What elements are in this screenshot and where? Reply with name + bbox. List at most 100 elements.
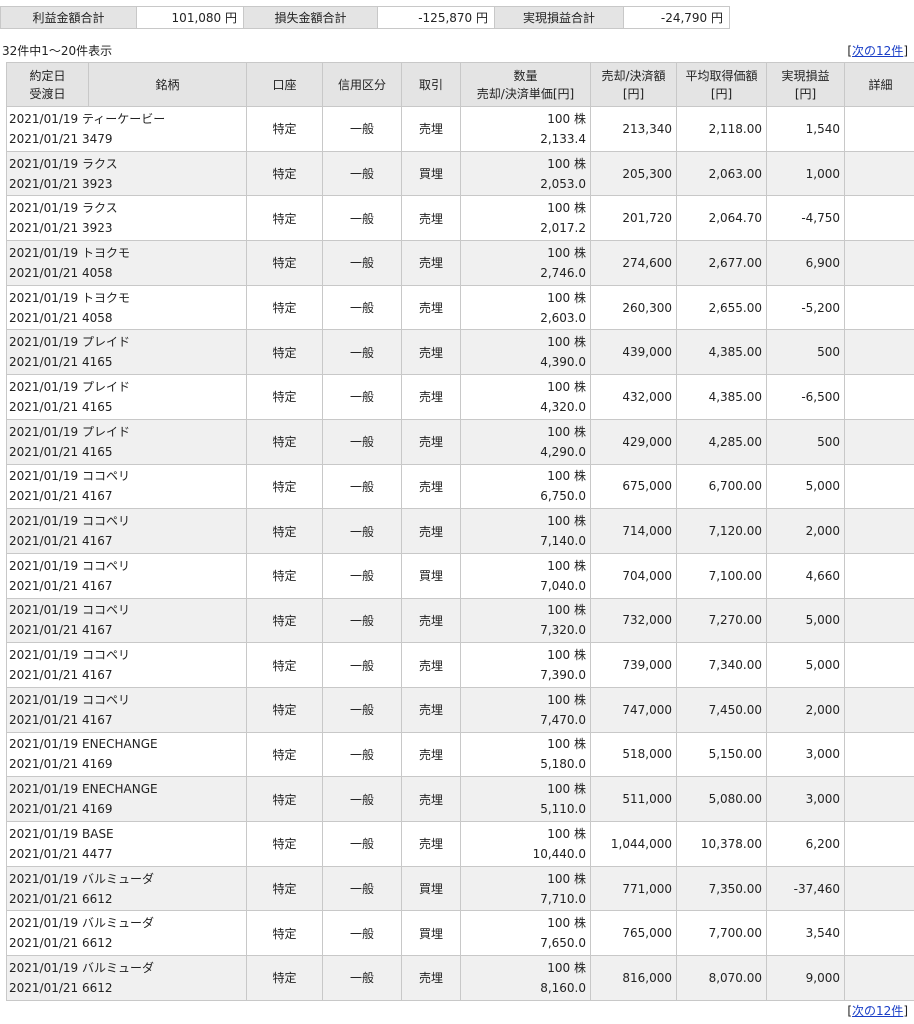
stock-code: 4058 (82, 265, 113, 280)
stock-name: ティーケービー (82, 111, 166, 126)
settle-date: 2021/01/21 (9, 757, 79, 772)
trade-date: 2021/01/19 (9, 111, 79, 126)
stock-code: 4058 (82, 310, 113, 325)
qty-price-cell: 100 株 4,390.0 (460, 329, 591, 376)
average-cost: 10,378.00 (676, 821, 767, 867)
trade-identity-cell: 2021/01/19 ココペリ 2021/01/21 4167 (6, 508, 247, 554)
table-row: 2021/01/19 ココペリ 2021/01/21 4167 特定 一般 売埋 100 … (6, 642, 914, 688)
account-type: 特定 (246, 955, 323, 1001)
trade-type: 買埋 (401, 150, 461, 197)
col-header-account: 口座 (246, 62, 323, 107)
stock-name: BASE (82, 826, 114, 841)
pager-bottom: [次の12件] (847, 1002, 908, 1019)
credit-type: 一般 (322, 418, 402, 465)
average-cost: 4,385.00 (676, 374, 767, 420)
col-header-pl: 実現損益 [円] (766, 62, 845, 107)
average-cost: 2,118.00 (676, 106, 767, 152)
detail-cell (844, 642, 914, 688)
account-type: 特定 (246, 374, 323, 420)
stock-code: 4165 (82, 444, 113, 459)
next-page-link[interactable]: 次の12件 (852, 1004, 903, 1018)
trade-type: 売埋 (401, 776, 461, 822)
detail-cell (844, 910, 914, 957)
col-header-amount-line2: [円] (622, 86, 645, 101)
trade-identity-cell: 2021/01/19 ココペリ 2021/01/21 4167 (6, 597, 247, 644)
credit-type: 一般 (322, 642, 402, 688)
account-type: 特定 (246, 508, 323, 554)
settlement-amount: 205,300 (590, 150, 677, 197)
detail-cell (844, 150, 914, 197)
trade-type: 売埋 (401, 106, 461, 152)
stock-name: ラクス (82, 201, 118, 216)
trade-type: 売埋 (401, 642, 461, 688)
settle-date: 2021/01/21 (9, 980, 79, 995)
trade-type: 買埋 (401, 865, 461, 912)
col-header-avg-line1: 平均取得価額 (685, 68, 758, 83)
table-row: 2021/01/19 ココペリ 2021/01/21 4167 特定 一般 売埋 100 … (6, 686, 914, 733)
credit-type: 一般 (322, 955, 402, 1001)
qty-price-cell: 100 株 2,603.0 (460, 284, 591, 331)
quantity: 100 株 (547, 156, 586, 171)
quantity: 100 株 (547, 782, 586, 797)
quantity: 100 株 (547, 603, 586, 618)
table-row: 2021/01/19 BASE 2021/01/21 4477 特定 一般 売埋 100 … (6, 821, 914, 867)
table-row: 2021/01/19 ENECHANGE 2021/01/21 4169 特定 一般売… (6, 731, 914, 778)
average-cost: 8,070.00 (676, 955, 767, 1001)
stock-name: ココペリ (82, 603, 131, 618)
qty-price-cell: 100 株 4,290.0 (460, 418, 591, 465)
stock-name: ココペリ (82, 692, 131, 707)
account-type: 特定 (246, 329, 323, 376)
trade-date: 2021/01/19 (9, 469, 79, 484)
unit-price: 4,290.0 (540, 444, 586, 459)
settle-date: 2021/01/21 (9, 668, 79, 683)
qty-price-cell: 100 株 2,017.2 (460, 195, 591, 242)
realized-pl: 1,540 (766, 106, 845, 152)
average-cost: 2,064.70 (676, 195, 767, 242)
trade-type: 売埋 (401, 240, 461, 286)
settlement-amount: 771,000 (590, 865, 677, 912)
quantity: 100 株 (547, 290, 586, 305)
pager-close-bracket: ] (903, 1004, 908, 1018)
detail-cell (844, 418, 914, 465)
stock-code: 4167 (82, 668, 113, 683)
trade-date: 2021/01/19 (9, 648, 79, 663)
next-page-link[interactable]: 次の12件 (852, 44, 903, 58)
account-type: 特定 (246, 552, 323, 599)
unit-price: 7,140.0 (540, 534, 586, 549)
quantity: 100 株 (547, 514, 586, 529)
settle-date: 2021/01/21 (9, 221, 79, 236)
account-type: 特定 (246, 284, 323, 331)
average-cost: 2,677.00 (676, 240, 767, 286)
trade-identity-cell: 2021/01/19 ココペリ 2021/01/21 4167 (6, 686, 247, 733)
trade-identity-cell: 2021/01/19 プレイド 2021/01/21 4165 (6, 329, 247, 376)
col-header-qty-line2: 売却/決済単価[円] (476, 86, 575, 101)
average-cost: 7,270.00 (676, 597, 767, 644)
settlement-amount: 213,340 (590, 106, 677, 152)
average-cost: 6,700.00 (676, 463, 767, 510)
average-cost: 7,340.00 (676, 642, 767, 688)
trade-type: 売埋 (401, 418, 461, 465)
quantity: 100 株 (547, 469, 586, 484)
credit-type: 一般 (322, 150, 402, 197)
unit-price: 6,750.0 (540, 489, 586, 504)
quantity: 100 株 (547, 692, 586, 707)
table-row: 2021/01/19 ENECHANGE 2021/01/21 4169 特定 一般売… (6, 776, 914, 822)
realized-pl: -5,200 (766, 284, 845, 331)
account-type: 特定 (246, 195, 323, 242)
unit-price: 4,320.0 (540, 399, 586, 414)
trade-identity-cell: 2021/01/19 トヨクモ 2021/01/21 4058 (6, 240, 247, 286)
trade-date: 2021/01/19 (9, 201, 79, 216)
col-header-amount-line1: 売却/決済額 (601, 68, 666, 83)
settlement-amount: 511,000 (590, 776, 677, 822)
quantity: 100 株 (547, 871, 586, 886)
unit-price: 7,470.0 (540, 712, 586, 727)
credit-type: 一般 (322, 597, 402, 644)
realized-pl: 2,000 (766, 686, 845, 733)
trade-identity-cell: 2021/01/19 プレイド 2021/01/21 4165 (6, 418, 247, 465)
loss-total-value: -125,870 円 (377, 6, 495, 29)
realized-pl: 9,000 (766, 955, 845, 1001)
detail-cell (844, 776, 914, 822)
table-header-row: 約定日 受渡日 銘柄 口座 信用区分 取引 数量 売却/決済単価[円] 売却/決済額… (6, 62, 914, 107)
quantity: 100 株 (547, 960, 586, 975)
trade-type: 売埋 (401, 686, 461, 733)
